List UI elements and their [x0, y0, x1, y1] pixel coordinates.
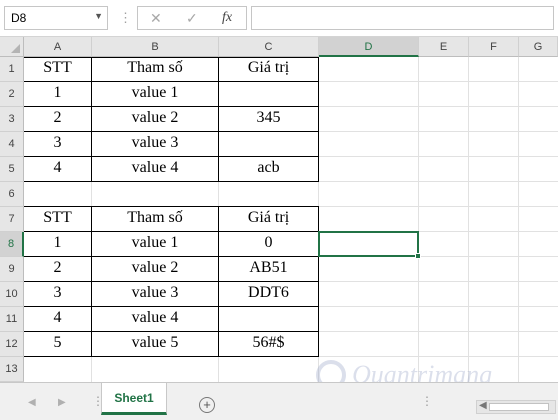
row-header-13[interactable]: 13 [0, 357, 24, 382]
row-header-5[interactable]: 5 [0, 157, 24, 182]
column-header-a[interactable]: A [24, 37, 92, 57]
t2-header-stt[interactable]: STT [24, 209, 91, 227]
row-header-12[interactable]: 12 [0, 332, 24, 357]
table-cell[interactable]: value 3 [92, 284, 218, 302]
formula-buttons: ✕ ✓ fx [137, 6, 247, 30]
name-box-value: D8 [11, 11, 27, 25]
table-cell[interactable]: 56#$ [219, 334, 318, 352]
row-header-3[interactable]: 3 [0, 107, 24, 132]
cancel-icon[interactable]: ✕ [150, 10, 162, 27]
row-header-10[interactable]: 10 [0, 282, 24, 307]
table-cell[interactable]: value 4 [92, 309, 218, 327]
table-cell[interactable]: value 2 [92, 109, 218, 127]
row-header-7[interactable]: 7 [0, 207, 24, 232]
previous-sheet-icon[interactable]: ◀ [28, 397, 36, 408]
table-cell[interactable]: 4 [24, 159, 91, 177]
t1-header-param[interactable]: Tham số [92, 59, 218, 77]
table-cell[interactable]: 2 [24, 109, 91, 127]
table-cell[interactable]: value 4 [92, 159, 218, 177]
row-header-1[interactable]: 1 [0, 57, 24, 82]
row-header-2[interactable]: 2 [0, 82, 24, 107]
name-box[interactable]: D8 ▼ [4, 6, 108, 30]
t2-header-param[interactable]: Tham số [92, 209, 218, 227]
horizontal-scrollbar[interactable]: ◀ [476, 400, 556, 414]
table-cell[interactable]: 345 [219, 109, 318, 127]
column-header-f[interactable]: F [469, 37, 519, 57]
column-header-e[interactable]: E [419, 37, 469, 57]
fill-handle[interactable] [415, 253, 421, 259]
row-header-6[interactable]: 6 [0, 182, 24, 207]
table-cell[interactable]: 3 [24, 134, 91, 152]
column-header-g[interactable]: G [519, 37, 558, 57]
table-cell[interactable]: DDT6 [219, 284, 318, 302]
chevron-down-icon[interactable]: ▼ [94, 11, 103, 21]
table-cell[interactable]: value 1 [92, 84, 218, 102]
enter-icon[interactable]: ✓ [186, 10, 198, 27]
row-header-9[interactable]: 9 [0, 257, 24, 282]
column-header-b[interactable]: B [92, 37, 219, 57]
t1-header-value[interactable]: Giá trị [219, 59, 318, 77]
t1-header-stt[interactable]: STT [24, 59, 91, 77]
select-all-icon [11, 44, 20, 53]
add-sheet-icon[interactable]: + [199, 397, 215, 413]
row-header-4[interactable]: 4 [0, 132, 24, 157]
splitter-icon[interactable]: ⋮ [421, 394, 433, 408]
column-header-c[interactable]: C [219, 37, 319, 57]
insert-function-icon[interactable]: fx [222, 10, 232, 26]
row-header-11[interactable]: 11 [0, 307, 24, 332]
table-cell[interactable]: value 2 [92, 259, 218, 277]
scroll-left-icon[interactable]: ◀ [479, 400, 487, 411]
formula-bar: D8 ▼ ⋮ ✕ ✓ fx [0, 0, 558, 37]
formula-bar-separator: ⋮ [119, 10, 132, 25]
t2-header-value[interactable]: Giá trị [219, 209, 318, 227]
cell-grid[interactable]: STT Tham số Giá trị 1 value 1 2 value 2 … [24, 57, 558, 382]
select-all-corner[interactable] [0, 37, 24, 57]
table-cell[interactable]: acb [219, 159, 318, 177]
formula-input[interactable] [251, 6, 554, 30]
column-header-d[interactable]: D [319, 37, 419, 57]
table-cell[interactable]: value 3 [92, 134, 218, 152]
table-cell[interactable]: value 5 [92, 334, 218, 352]
scrollbar-thumb[interactable] [489, 403, 549, 411]
tab-sheet1[interactable]: Sheet1 [101, 383, 167, 415]
table-cell[interactable]: 5 [24, 334, 91, 352]
row-header-8[interactable]: 8 [0, 232, 24, 257]
table-cell[interactable]: 3 [24, 284, 91, 302]
table-cell[interactable]: 1 [24, 84, 91, 102]
selected-cell[interactable] [318, 231, 421, 259]
table-cell[interactable]: 1 [24, 234, 91, 252]
table-cell[interactable]: AB51 [219, 259, 318, 277]
table-cell[interactable]: value 1 [92, 234, 218, 252]
table-cell[interactable]: 2 [24, 259, 91, 277]
table-cell[interactable]: 0 [219, 234, 318, 252]
table-cell[interactable]: 4 [24, 309, 91, 327]
next-sheet-icon[interactable]: ▶ [58, 397, 66, 408]
sheet-tab-bar: ◀ ▶ ⋮ Sheet1 + ⋮ ◀ [0, 382, 558, 420]
